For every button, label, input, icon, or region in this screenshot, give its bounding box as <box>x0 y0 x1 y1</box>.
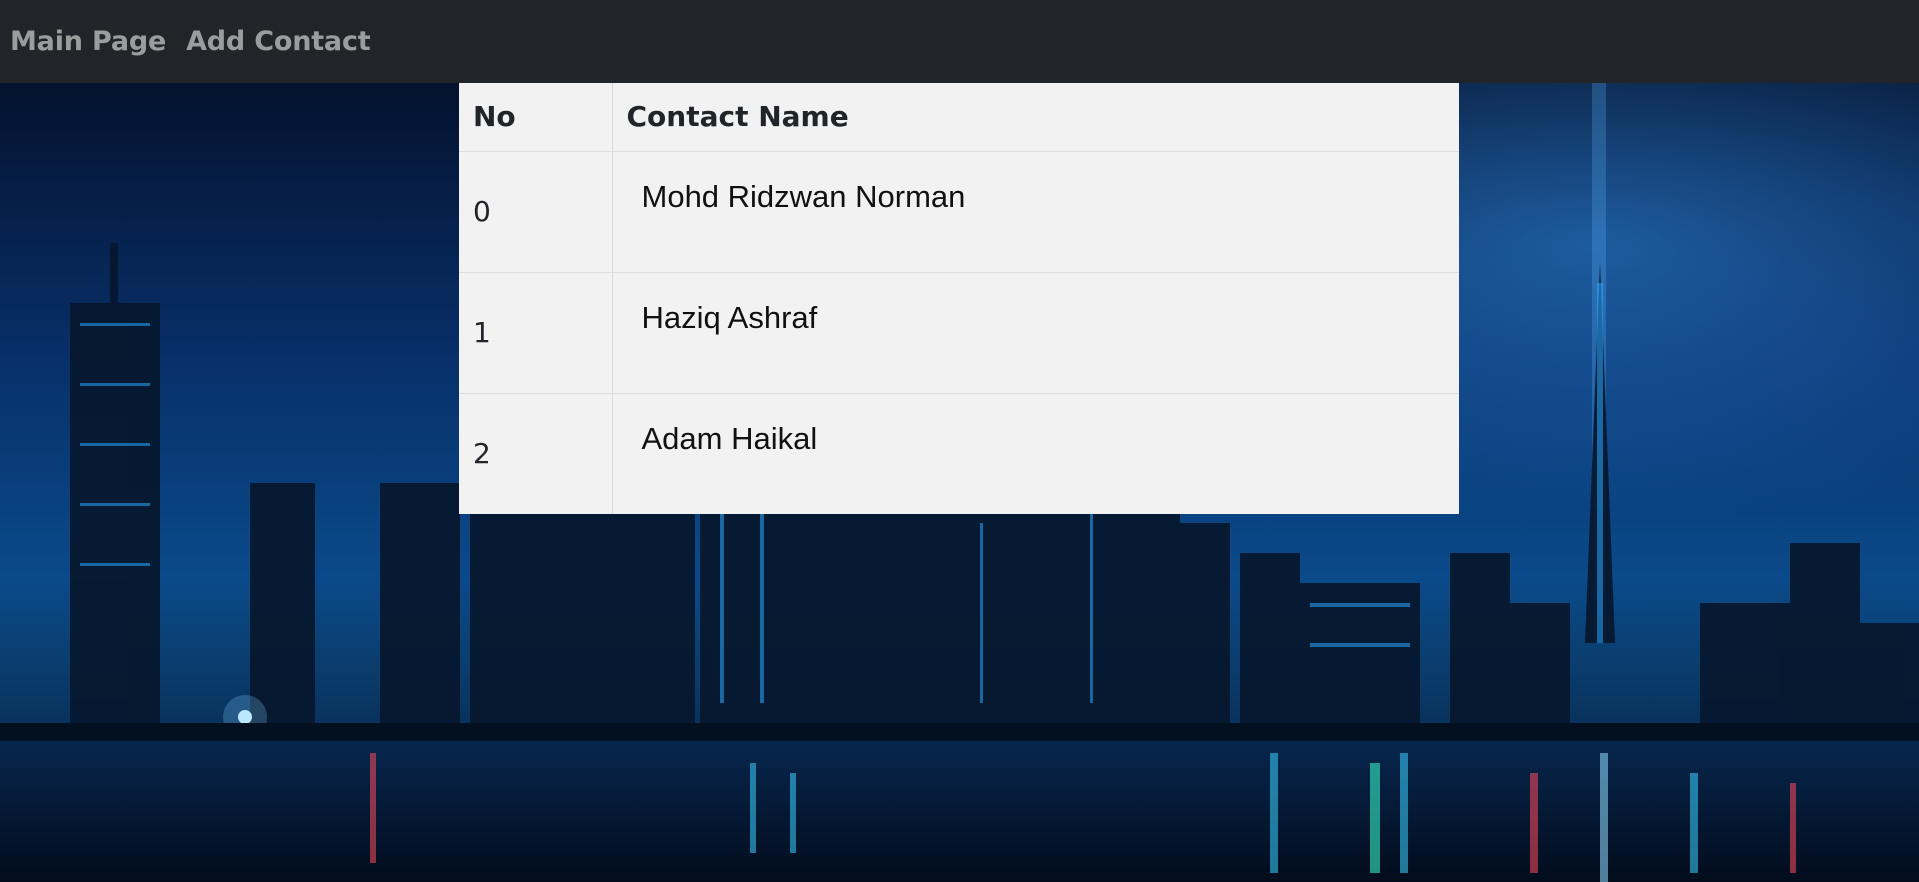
contact-name: Mohd Ridzwan Norman <box>612 151 1459 273</box>
table-row: 1 Haziq Ashraf <box>459 272 1459 394</box>
contact-name: Haziq Ashraf <box>612 272 1459 394</box>
column-header-contact-name: Contact Name <box>612 83 1459 152</box>
table-row: 0 Mohd Ridzwan Norman <box>459 151 1459 273</box>
contact-name: Adam Haikal <box>641 420 818 456</box>
row-number: 0 <box>459 151 613 273</box>
nav-add-contact-link[interactable]: Add Contact <box>186 26 371 57</box>
contacts-table-container: No Contact Name 0 Mohd Ridzwan Norman 1 … <box>459 83 1459 514</box>
row-number: 1 <box>459 272 613 394</box>
row-number: 2 <box>459 393 613 514</box>
contacts-table: No Contact Name 0 Mohd Ridzwan Norman 1 … <box>459 83 1459 514</box>
page: Main Page Add Contact No Contact Name 0 … <box>0 0 1919 882</box>
table-row: 2 Adam Haikal <box>459 393 1459 514</box>
top-navbar: Main Page Add Contact <box>0 0 1919 83</box>
nav-main-page-link[interactable]: Main Page <box>10 26 166 57</box>
table-header-row: No Contact Name <box>459 83 1459 152</box>
column-header-no: No <box>459 83 613 152</box>
